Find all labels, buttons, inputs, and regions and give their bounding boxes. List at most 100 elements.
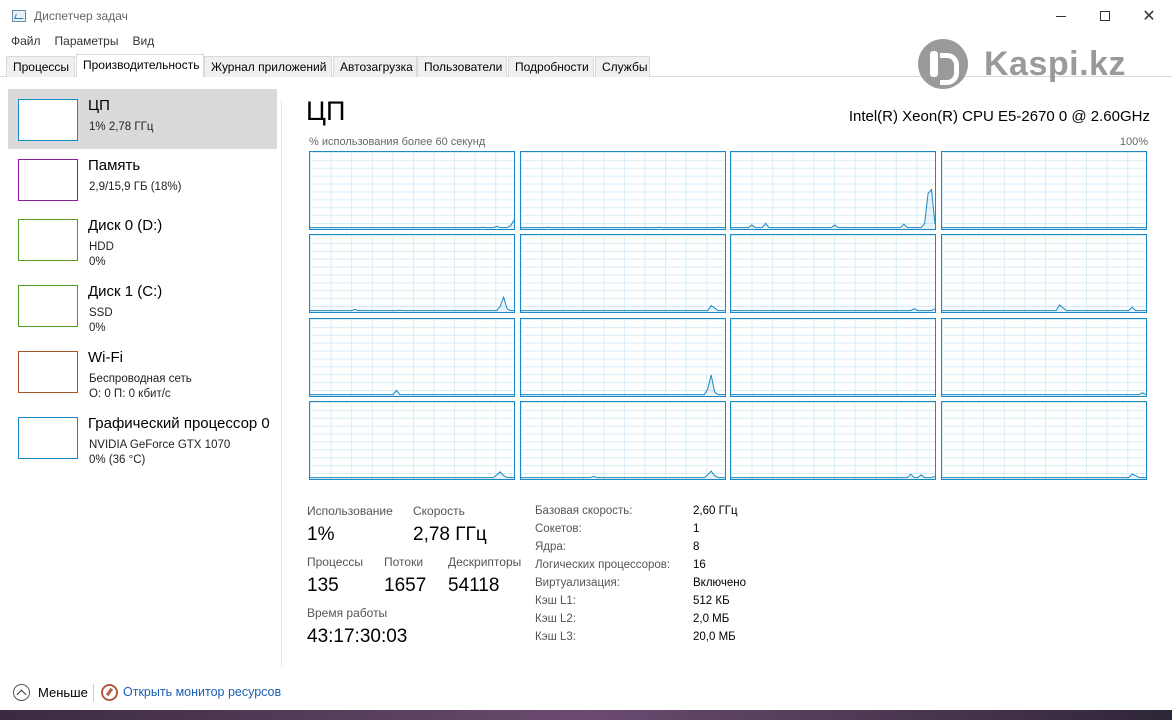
info-value: 2,0 МБ xyxy=(693,613,730,625)
disk0-thumbnail-graph xyxy=(18,219,78,261)
footer: Меньше Открыть монитор ресурсов xyxy=(0,676,1172,710)
open-resource-monitor-link[interactable]: Открыть монитор ресурсов xyxy=(123,685,281,699)
tab-app-history[interactable]: Журнал приложений xyxy=(204,56,332,77)
speed-value: 2,78 ГГц xyxy=(413,524,487,545)
core-usage-chart xyxy=(520,374,725,396)
core-usage-chart xyxy=(520,470,725,479)
tab-processes[interactable]: Процессы xyxy=(6,56,75,77)
sidebar-item-title: Wi-Fi xyxy=(88,349,123,366)
core-usage-chart xyxy=(310,389,514,396)
core-usage-chart xyxy=(942,226,1146,229)
core-usage-area xyxy=(520,374,725,396)
tab-users[interactable]: Пользователи xyxy=(417,56,507,77)
sidebar-item-memory[interactable]: Память 2,9/15,9 ГБ (18%) xyxy=(8,149,277,209)
info-label: Кэш L1: xyxy=(535,595,576,607)
core-usage-area xyxy=(310,390,514,396)
sidebar-item-detail: 0% xyxy=(89,256,106,268)
core-usage-line xyxy=(942,391,1146,395)
info-label: Базовая скорость: xyxy=(535,505,633,517)
sidebar-item-title: Диск 0 (D:) xyxy=(88,217,163,234)
core-usage-line xyxy=(520,305,725,312)
cpu-thumbnail-graph xyxy=(18,99,78,141)
core-usage-chart xyxy=(731,188,936,229)
core-graph-3 xyxy=(941,151,1147,230)
info-value: 16 xyxy=(693,559,706,571)
sidebar-item-title: Память xyxy=(88,157,141,174)
core-usage-line xyxy=(942,304,1146,312)
sidebar-item-title: Графический процессор 0 xyxy=(88,415,270,432)
title-bar: Диспетчер задач ✕ xyxy=(0,0,1172,32)
info-value: 8 xyxy=(693,541,700,553)
close-icon: ✕ xyxy=(1142,6,1156,25)
core-graph-9 xyxy=(519,317,726,397)
logical-processor-graphs[interactable] xyxy=(309,151,1149,480)
fewer-details-button[interactable]: Меньше xyxy=(38,685,88,700)
uptime-label: Время работы xyxy=(307,606,388,620)
sidebar-item-detail: SSD xyxy=(89,307,113,319)
menu-view[interactable]: Вид xyxy=(124,32,160,52)
sidebar-item-title: ЦП xyxy=(88,97,110,114)
info-value: 512 КБ xyxy=(693,595,730,607)
close-button[interactable]: ✕ xyxy=(1126,0,1172,32)
sidebar-item-wifi[interactable]: Wi-Fi Беспроводная сеть О: 0 П: 0 кбит/с xyxy=(8,341,277,401)
tab-startup[interactable]: Автозагрузка xyxy=(333,56,417,77)
tab-services[interactable]: Службы xyxy=(595,56,650,77)
collapse-chevron-icon[interactable] xyxy=(13,684,30,701)
core-usage-chart xyxy=(731,473,936,479)
maximize-button[interactable] xyxy=(1082,0,1128,32)
task-manager-window: Диспетчер задач ✕ Файл Параметры Вид Про… xyxy=(0,0,1172,720)
core-usage-chart xyxy=(520,305,725,313)
sidebar-item-detail: NVIDIA GeForce GTX 1070 xyxy=(89,439,231,451)
graph-axis-label: % использования более 60 секунд xyxy=(309,136,486,148)
graph-max-label: 100% xyxy=(1119,136,1148,148)
menu-options[interactable]: Параметры xyxy=(47,32,125,52)
page-title: ЦП xyxy=(306,96,346,126)
core-usage-line xyxy=(520,374,725,395)
info-label: Кэш L3: xyxy=(535,631,576,643)
core-graph-11 xyxy=(941,317,1147,397)
threads-value: 1657 xyxy=(384,575,427,596)
core-usage-chart xyxy=(310,295,514,313)
core-usage-line xyxy=(731,308,936,312)
core-graph-0 xyxy=(309,151,515,230)
core-usage-line xyxy=(310,471,514,479)
core-usage-line xyxy=(731,473,936,479)
sidebar-item-disk-1[interactable]: Диск 1 (C:) SSD 0% xyxy=(8,275,277,335)
task-manager-app-icon xyxy=(12,10,26,22)
core-usage-area xyxy=(942,474,1146,479)
core-usage-chart xyxy=(310,471,514,479)
info-label: Кэш L2: xyxy=(535,613,576,625)
tab-performance[interactable]: Производительность xyxy=(76,54,204,77)
kaspi-logo-icon xyxy=(918,39,968,89)
info-value: 1 xyxy=(693,523,700,535)
minimize-button[interactable] xyxy=(1038,0,1084,32)
panel-divider[interactable] xyxy=(281,100,282,666)
usage-label: Использование xyxy=(307,504,393,518)
core-graph-14 xyxy=(730,400,937,480)
core-graph-8 xyxy=(309,317,515,397)
info-label: Сокетов: xyxy=(535,523,582,535)
window-title: Диспетчер задач xyxy=(34,9,128,23)
sidebar-item-detail: 2,9/15,9 ГБ (18%) xyxy=(89,181,182,193)
sidebar-item-cpu[interactable]: ЦП 1% 2,78 ГГц xyxy=(8,89,277,149)
core-usage-chart xyxy=(942,473,1146,479)
cpu-model-name: Intel(R) Xeon(R) CPU E5-2670 0 @ 2.60GHz xyxy=(848,108,1150,125)
core-graph-13 xyxy=(519,400,726,480)
core-usage-area xyxy=(310,297,514,313)
sidebar-item-detail: HDD xyxy=(89,241,114,253)
core-usage-line xyxy=(310,220,514,229)
core-graph-10 xyxy=(730,317,937,397)
tab-details[interactable]: Подробности xyxy=(508,56,594,77)
handles-value: 54118 xyxy=(448,575,500,596)
core-usage-line xyxy=(731,188,936,229)
core-usage-line xyxy=(310,389,514,395)
sidebar-item-gpu-0[interactable]: Графический процессор 0 NVIDIA GeForce G… xyxy=(8,407,277,467)
core-graph-7 xyxy=(941,234,1147,314)
minimize-icon xyxy=(1056,15,1066,17)
sidebar-item-detail: 0% xyxy=(89,322,106,334)
menu-file[interactable]: Файл xyxy=(0,32,47,52)
sidebar-item-title: Диск 1 (C:) xyxy=(88,283,163,300)
core-usage-chart xyxy=(942,391,1146,396)
core-usage-line xyxy=(520,470,725,479)
sidebar-item-disk-0[interactable]: Диск 0 (D:) HDD 0% xyxy=(8,209,277,269)
